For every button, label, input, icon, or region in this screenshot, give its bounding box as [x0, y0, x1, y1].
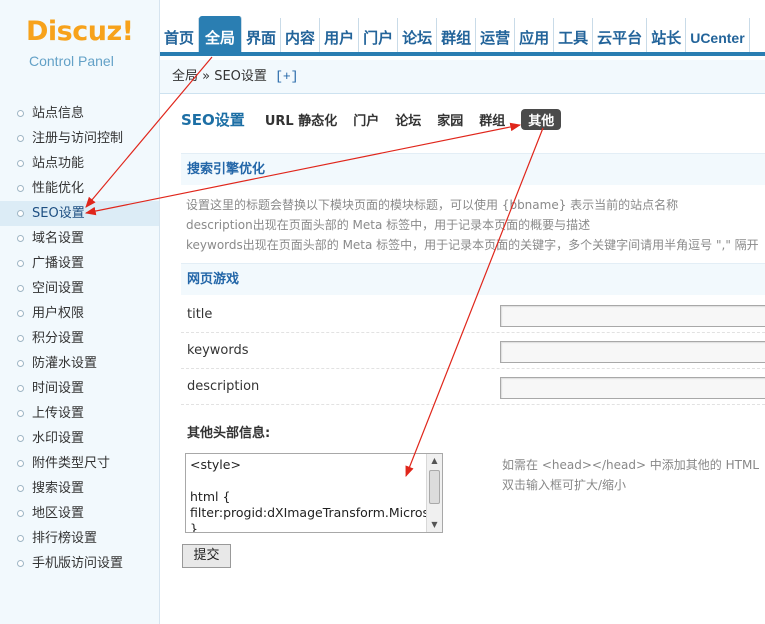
sidebar-item-seo[interactable]: SEO设置 — [0, 201, 159, 226]
other-head-textarea[interactable]: <style> html { filter:progid:dXImageTran… — [185, 453, 443, 533]
sidebar-item-broadcast[interactable]: 广播设置 — [0, 251, 159, 276]
tab-groups[interactable]: 群组 — [479, 110, 505, 129]
submit-button[interactable]: 提交 — [182, 544, 231, 568]
sidebar-item-space[interactable]: 空间设置 — [0, 276, 159, 301]
seo-description-line: keywords出现在页面头部的 Meta 标签中，用于记录本页面的关键字，多个… — [186, 238, 759, 252]
topnav-item-groups[interactable]: 群组 — [437, 18, 477, 52]
breadcrumb-text: 全局 » SEO设置 — [172, 69, 267, 84]
sidebar-item-attachment-types[interactable]: 附件类型尺寸 — [0, 451, 159, 476]
tab-portal[interactable]: 门户 — [353, 110, 379, 129]
topnav-item-apps[interactable]: 应用 — [515, 18, 555, 52]
form-row-title: title — [181, 297, 765, 333]
topnav-item-portal[interactable]: 门户 — [359, 18, 399, 52]
sidebar-item-search[interactable]: 搜索设置 — [0, 476, 159, 501]
sidebar-item-region[interactable]: 地区设置 — [0, 501, 159, 526]
tab-url-static[interactable]: URL 静态化 — [265, 110, 337, 129]
scrollbar-thumb[interactable] — [429, 470, 440, 504]
sidebar-item-credits[interactable]: 积分设置 — [0, 326, 159, 351]
topnav-item-interface[interactable]: 界面 — [242, 18, 282, 52]
sidebar-item-mobile[interactable]: 手机版访问设置 — [0, 551, 159, 576]
logo[interactable]: Discuz! Control Panel — [0, 0, 160, 95]
sidebar-item-site-info[interactable]: 站点信息 — [0, 101, 159, 126]
other-head-tip: 如需在 <head></head> 中添加其他的 HTML 双击输入框可扩大/缩… — [502, 455, 765, 495]
sidebar-item-ranking[interactable]: 排行榜设置 — [0, 526, 159, 551]
tab-home[interactable]: 家园 — [437, 110, 463, 129]
topnav-item-tools[interactable]: 工具 — [554, 18, 594, 52]
section-heading-seo: 搜索引擎优化 — [181, 153, 765, 185]
top-navigation: 首页 全局 界面 内容 用户 门户 论坛 群组 运营 应用 工具 云平台 站长 … — [160, 16, 765, 56]
breadcrumb: 全局 » SEO设置 [+] — [160, 60, 765, 94]
page-title: SEO设置 — [181, 110, 245, 129]
sub-navigation: SEO设置 URL 静态化 门户 论坛 家园 群组 其他 — [181, 107, 577, 131]
scroll-up-icon[interactable]: ▲ — [427, 454, 442, 468]
header: Discuz! Control Panel 首页 全局 界面 内容 用户 门户 … — [0, 0, 765, 95]
sidebar-item-watermark[interactable]: 水印设置 — [0, 426, 159, 451]
title-label: title — [187, 307, 213, 322]
seo-description-line: 设置这里的标题会替换以下模块页面的模块标题，可以使用 {bbname} 表示当前… — [186, 198, 679, 212]
topnav-item-cloud[interactable]: 云平台 — [593, 18, 648, 52]
breadcrumb-add-button[interactable]: [+] — [275, 69, 298, 84]
sidebar-item-register-access[interactable]: 注册与访问控制 — [0, 126, 159, 151]
form-row-description: description — [181, 369, 765, 405]
title-input[interactable] — [500, 305, 765, 327]
seo-description: 设置这里的标题会替换以下模块页面的模块标题，可以使用 {bbname} 表示当前… — [186, 195, 765, 255]
sidebar-item-permissions[interactable]: 用户权限 — [0, 301, 159, 326]
topnav-item-users[interactable]: 用户 — [320, 18, 360, 52]
topnav-item-global[interactable]: 全局 — [199, 16, 243, 52]
sidebar-item-site-functions[interactable]: 站点功能 — [0, 151, 159, 176]
textarea-scrollbar[interactable]: ▲ ▼ — [426, 454, 442, 532]
sidebar: 站点信息 注册与访问控制 站点功能 性能优化 SEO设置 域名设置 广播设置 空… — [0, 95, 160, 624]
scroll-down-icon[interactable]: ▼ — [427, 518, 442, 532]
description-label: description — [187, 379, 260, 394]
logo-subtitle: Control Panel — [29, 53, 114, 69]
tab-other[interactable]: 其他 — [521, 108, 562, 130]
sidebar-item-anti-flood[interactable]: 防灌水设置 — [0, 351, 159, 376]
tip-line: 双击输入框可扩大/缩小 — [502, 478, 627, 492]
sidebar-item-upload[interactable]: 上传设置 — [0, 401, 159, 426]
topnav-item-ucenter[interactable]: UCenter — [686, 18, 750, 52]
topnav-item-operations[interactable]: 运营 — [476, 18, 516, 52]
section-heading-webgame: 网页游戏 — [181, 263, 765, 295]
description-input[interactable] — [500, 377, 765, 399]
form-row-keywords: keywords — [181, 333, 765, 369]
tip-line: 如需在 <head></head> 中添加其他的 HTML — [502, 458, 760, 472]
sidebar-item-performance[interactable]: 性能优化 — [0, 176, 159, 201]
main-content: SEO设置 URL 静态化 门户 论坛 家园 群组 其他 搜索引擎优化 设置这里… — [161, 95, 765, 624]
other-head-textarea-content[interactable]: <style> html { filter:progid:dXImageTran… — [190, 457, 442, 532]
sidebar-item-domain[interactable]: 域名设置 — [0, 226, 159, 251]
tab-forum[interactable]: 论坛 — [395, 110, 421, 129]
keywords-input[interactable] — [500, 341, 765, 363]
topnav-item-home[interactable]: 首页 — [160, 18, 200, 52]
topnav-item-webmaster[interactable]: 站长 — [647, 18, 687, 52]
other-head-label: 其他头部信息: — [187, 426, 271, 441]
topnav-item-content[interactable]: 内容 — [281, 18, 321, 52]
topnav-item-forum[interactable]: 论坛 — [398, 18, 438, 52]
seo-description-line: description出现在页面头部的 Meta 标签中，用于记录本页面的概要与… — [186, 218, 591, 232]
keywords-label: keywords — [187, 343, 249, 358]
logo-brand: Discuz! — [26, 16, 134, 47]
sidebar-item-time[interactable]: 时间设置 — [0, 376, 159, 401]
